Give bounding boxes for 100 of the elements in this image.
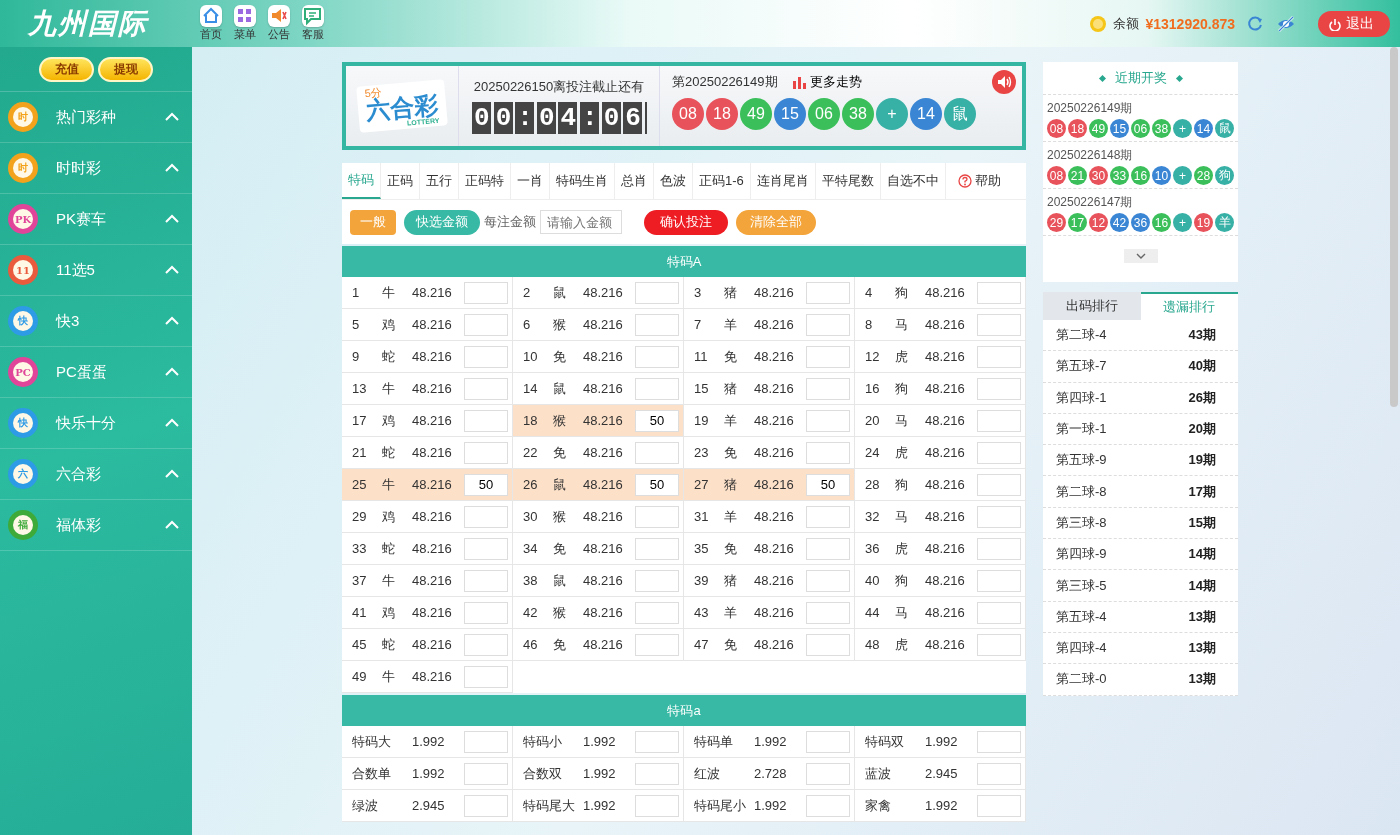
bet-amount-field[interactable] bbox=[977, 313, 1021, 336]
bet-amount-field[interactable] bbox=[977, 345, 1021, 368]
bet-cell[interactable]: 7 羊 48.216 bbox=[684, 309, 855, 341]
bet-cell[interactable]: 47 免 48.216 bbox=[684, 629, 855, 661]
tab[interactable]: 正码特 bbox=[459, 163, 511, 199]
bet-amount-field[interactable] bbox=[977, 441, 1021, 464]
bet-cell[interactable]: 16 狗 48.216 bbox=[855, 373, 1026, 405]
bet-cell[interactable]: 5 鸡 48.216 bbox=[342, 309, 513, 341]
bet-amount-field[interactable] bbox=[635, 762, 679, 785]
bet-amount-field[interactable] bbox=[635, 345, 679, 368]
bet-cell[interactable]: 特码双 1.992 bbox=[855, 726, 1026, 758]
refresh-icon[interactable] bbox=[1247, 15, 1264, 32]
tab[interactable]: 连肖尾肖 bbox=[750, 163, 816, 199]
bet-amount-field[interactable] bbox=[977, 633, 1021, 656]
sidebar-item[interactable]: PC PC蛋蛋 bbox=[0, 347, 192, 398]
bet-amount-field[interactable] bbox=[977, 281, 1021, 304]
sidebar-button[interactable]: 充值 bbox=[39, 56, 94, 82]
bet-cell[interactable]: 34 免 48.216 bbox=[513, 533, 684, 565]
tab[interactable]: 总肖 bbox=[615, 163, 654, 199]
bet-cell[interactable]: 合数单 1.992 bbox=[342, 758, 513, 790]
bet-cell[interactable]: 2 鼠 48.216 bbox=[513, 277, 684, 309]
bet-cell[interactable]: 41 鸡 48.216 bbox=[342, 597, 513, 629]
bet-cell[interactable]: 19 羊 48.216 bbox=[684, 405, 855, 437]
bet-amount-field[interactable] bbox=[635, 730, 679, 753]
bet-amount-field[interactable] bbox=[464, 794, 508, 817]
bet-amount-field[interactable] bbox=[464, 281, 508, 304]
bet-cell[interactable]: 10 免 48.216 bbox=[513, 341, 684, 373]
bet-cell[interactable]: 20 马 48.216 bbox=[855, 405, 1026, 437]
bet-amount-field[interactable] bbox=[977, 569, 1021, 592]
tab[interactable]: 出码排行 bbox=[1043, 292, 1141, 320]
bet-cell[interactable]: 3 猪 48.216 bbox=[684, 277, 855, 309]
bet-amount-field[interactable] bbox=[806, 345, 850, 368]
nav-button[interactable]: 公告 bbox=[268, 5, 290, 42]
bet-cell[interactable]: 红波 2.728 bbox=[684, 758, 855, 790]
bet-amount-field[interactable] bbox=[806, 730, 850, 753]
bet-amount-field[interactable]: 50 bbox=[635, 409, 679, 432]
nav-button[interactable]: 客服 bbox=[302, 5, 324, 42]
bet-cell[interactable]: 27 猪 48.216 50 bbox=[684, 469, 855, 501]
bet-amount-field[interactable] bbox=[464, 762, 508, 785]
bet-cell[interactable]: 合数双 1.992 bbox=[513, 758, 684, 790]
bet-cell[interactable]: 8 马 48.216 bbox=[855, 309, 1026, 341]
bet-cell[interactable]: 28 狗 48.216 bbox=[855, 469, 1026, 501]
bet-cell[interactable]: 35 免 48.216 bbox=[684, 533, 855, 565]
bet-cell[interactable]: 1 牛 48.216 bbox=[342, 277, 513, 309]
bet-amount-field[interactable] bbox=[635, 313, 679, 336]
bet-amount-field[interactable] bbox=[464, 537, 508, 560]
bet-amount-field[interactable] bbox=[635, 537, 679, 560]
bet-amount-field[interactable] bbox=[806, 633, 850, 656]
bet-cell[interactable]: 26 鼠 48.216 50 bbox=[513, 469, 684, 501]
bet-amount-field[interactable] bbox=[806, 537, 850, 560]
bet-amount-field[interactable] bbox=[635, 569, 679, 592]
bet-cell[interactable]: 12 虎 48.216 bbox=[855, 341, 1026, 373]
bet-cell[interactable]: 9 蛇 48.216 bbox=[342, 341, 513, 373]
scrollbar[interactable] bbox=[1390, 47, 1398, 407]
bet-amount-field[interactable] bbox=[806, 377, 850, 400]
bet-cell[interactable]: 特码小 1.992 bbox=[513, 726, 684, 758]
bet-amount-field[interactable] bbox=[464, 569, 508, 592]
trend-link[interactable]: 更多走势 bbox=[791, 73, 862, 91]
bet-amount-field[interactable]: 50 bbox=[635, 473, 679, 496]
bet-amount-field[interactable] bbox=[977, 794, 1021, 817]
hide-balance-icon[interactable] bbox=[1276, 14, 1296, 33]
bet-amount-field[interactable] bbox=[635, 601, 679, 624]
confirm-bet-button[interactable]: 确认投注 bbox=[644, 209, 728, 235]
bet-amount-field[interactable] bbox=[806, 505, 850, 528]
bet-amount-field[interactable] bbox=[464, 633, 508, 656]
bet-amount-field[interactable] bbox=[635, 281, 679, 304]
bet-amount-field[interactable] bbox=[806, 313, 850, 336]
bet-amount-field[interactable] bbox=[806, 762, 850, 785]
bet-cell[interactable]: 特码大 1.992 bbox=[342, 726, 513, 758]
tab[interactable]: 五行 bbox=[420, 163, 459, 199]
bet-cell[interactable]: 45 蛇 48.216 bbox=[342, 629, 513, 661]
bet-cell[interactable]: 家禽 1.992 bbox=[855, 790, 1026, 822]
help-link[interactable]: 帮助 bbox=[951, 171, 1007, 191]
bet-amount-field[interactable] bbox=[464, 665, 508, 688]
bet-cell[interactable]: 4 狗 48.216 bbox=[855, 277, 1026, 309]
bet-amount-field[interactable] bbox=[464, 377, 508, 400]
bet-amount-field[interactable] bbox=[977, 601, 1021, 624]
sidebar-button[interactable]: 提现 bbox=[98, 56, 153, 82]
bet-cell[interactable]: 49 牛 48.216 bbox=[342, 661, 513, 693]
bet-cell[interactable]: 46 免 48.216 bbox=[513, 629, 684, 661]
bet-amount-field[interactable] bbox=[464, 505, 508, 528]
bet-cell[interactable]: 44 马 48.216 bbox=[855, 597, 1026, 629]
sidebar-item[interactable]: PK PK赛车 bbox=[0, 194, 192, 245]
bet-amount-field[interactable] bbox=[635, 441, 679, 464]
tab[interactable]: 正码1-6 bbox=[693, 163, 751, 199]
bet-cell[interactable]: 特码尾小 1.992 bbox=[684, 790, 855, 822]
bet-cell[interactable]: 24 虎 48.216 bbox=[855, 437, 1026, 469]
bet-cell[interactable]: 36 虎 48.216 bbox=[855, 533, 1026, 565]
nav-button[interactable]: 菜单 bbox=[234, 5, 256, 42]
bet-cell[interactable]: 15 猪 48.216 bbox=[684, 373, 855, 405]
tab[interactable]: 色波 bbox=[654, 163, 693, 199]
tab[interactable]: 平特尾数 bbox=[815, 163, 881, 199]
bet-amount-field[interactable] bbox=[977, 377, 1021, 400]
bet-amount-field[interactable]: 50 bbox=[464, 473, 508, 496]
bet-amount-field[interactable] bbox=[977, 505, 1021, 528]
bet-amount-field[interactable] bbox=[464, 441, 508, 464]
bet-cell[interactable]: 18 猴 48.216 50 bbox=[513, 405, 684, 437]
bet-amount-field[interactable] bbox=[464, 730, 508, 753]
bet-cell[interactable]: 48 虎 48.216 bbox=[855, 629, 1026, 661]
bet-amount-field[interactable] bbox=[977, 762, 1021, 785]
